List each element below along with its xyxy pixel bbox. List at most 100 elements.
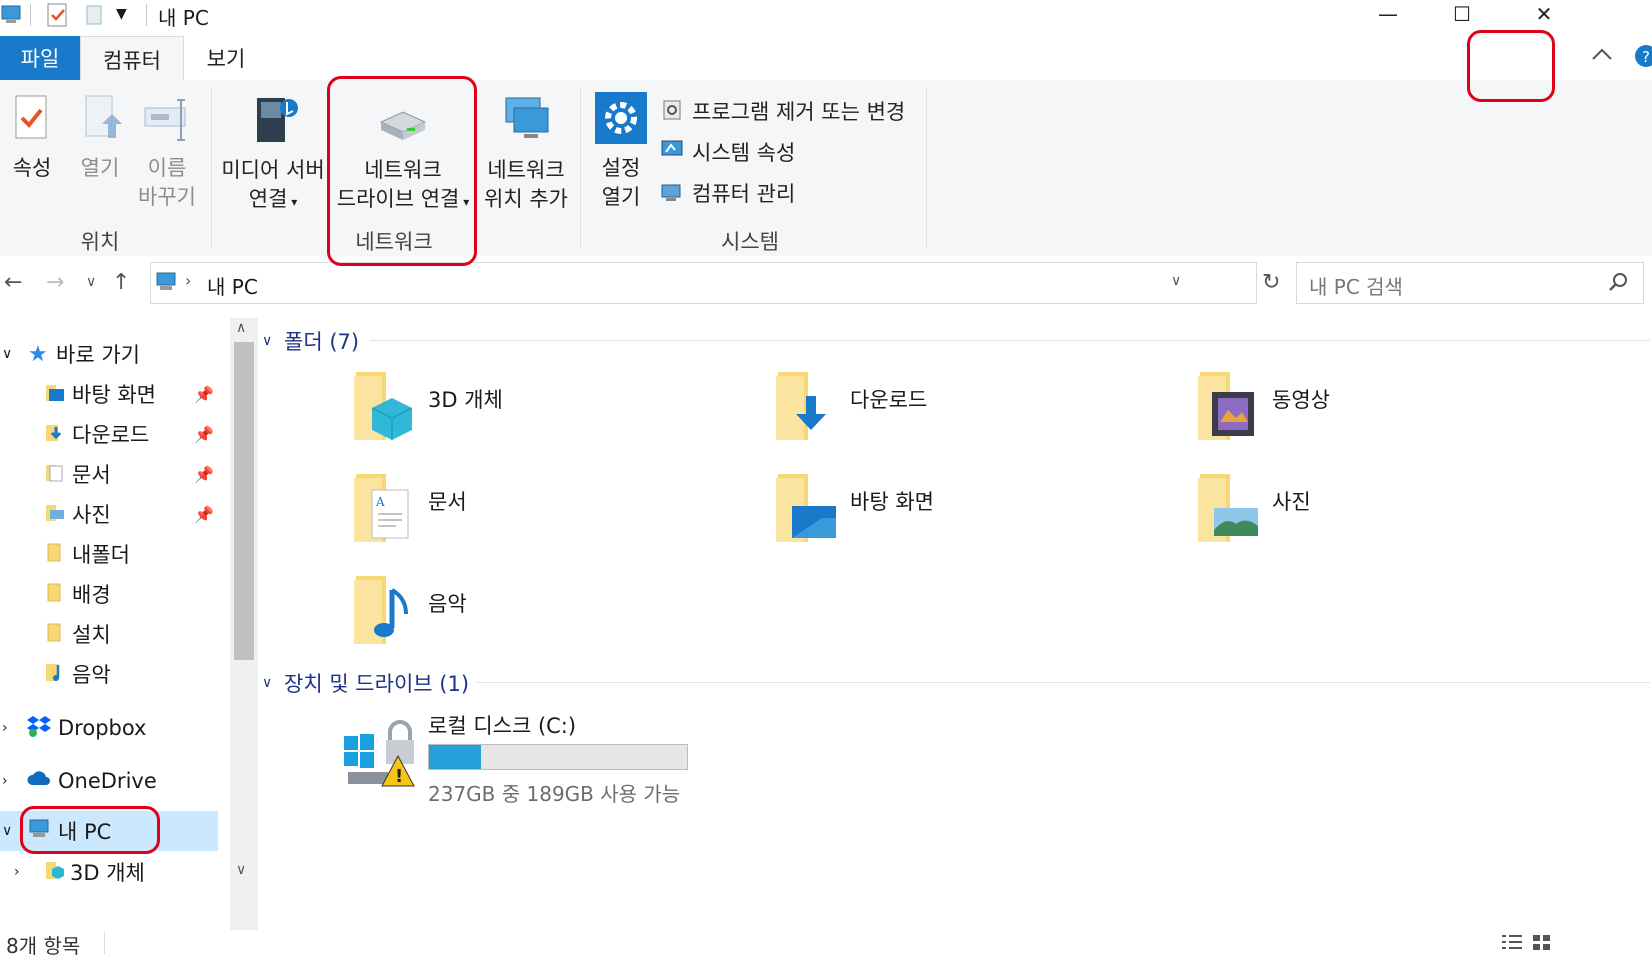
nav-item-downloads[interactable]: 다운로드 📌: [0, 414, 220, 454]
search-input[interactable]: 내 PC 검색: [1309, 271, 1403, 300]
drives-group-header[interactable]: ∨ 장치 및 드라이브 (1): [262, 668, 469, 698]
downloads-folder-icon: [44, 421, 72, 448]
properties-icon: [10, 95, 54, 151]
open-button[interactable]: 열기: [72, 90, 128, 183]
pin-icon[interactable]: 📌: [194, 465, 214, 484]
group-label-location: 위치: [80, 230, 120, 254]
videos-folder-icon: [1194, 366, 1266, 450]
tab-view[interactable]: 보기: [184, 36, 268, 80]
desktop-folder-icon: [772, 468, 844, 552]
address-bar[interactable]: › 내 PC ∨: [150, 262, 1257, 304]
minimize-button[interactable]: —: [1360, 0, 1416, 28]
system-properties-icon: [660, 138, 684, 167]
documents-folder-icon: A: [350, 468, 422, 552]
nav-item-install[interactable]: 설치: [0, 614, 220, 654]
nav-item-myfolder[interactable]: 내폴더: [0, 534, 220, 574]
uninstall-program-button[interactable]: 프로그램 제거 또는 변경: [660, 96, 905, 126]
computer-management-button[interactable]: 컴퓨터 관리: [660, 178, 795, 208]
pin-icon[interactable]: 📌: [194, 425, 214, 444]
scroll-up-icon[interactable]: ∧: [236, 320, 246, 336]
folder-label: 동영상: [1272, 388, 1330, 412]
refresh-icon[interactable]: ↻: [1262, 270, 1280, 295]
search-icon[interactable]: [1607, 271, 1629, 297]
pictures-folder-icon: [44, 501, 72, 528]
nav-item-background[interactable]: 배경: [0, 574, 220, 614]
drive-tile-c[interactable]: ! 로컬 디스크 (C:) 237GB 중 189GB 사용 가능: [342, 708, 802, 806]
expand-chevron-icon[interactable]: ›: [2, 773, 26, 789]
forward-arrow-icon[interactable]: →: [46, 270, 64, 295]
breadcrumb[interactable]: 내 PC: [207, 271, 258, 300]
documents-folder-icon: [44, 461, 72, 488]
qat-dropdown-icon[interactable]: ▼: [116, 6, 127, 22]
objects3d-folder-icon: [44, 859, 70, 886]
pictures-folder-icon: [1194, 468, 1266, 552]
open-settings-button[interactable]: 설정 열기: [590, 90, 652, 212]
folders-group-header[interactable]: ∨ 폴더 (7): [262, 326, 359, 356]
folder-tile-documents[interactable]: A 문서: [350, 468, 770, 564]
pin-icon[interactable]: 📌: [194, 505, 214, 524]
local-disk-icon: !: [342, 712, 422, 800]
expand-chevron-icon[interactable]: ∨: [2, 346, 28, 362]
collapse-chevron-icon[interactable]: ∨: [262, 675, 284, 691]
large-icons-view-icon[interactable]: [1530, 932, 1554, 957]
objects3d-folder-icon: [350, 366, 422, 450]
scroll-thumb[interactable]: [234, 342, 254, 660]
nav-quick-access[interactable]: ∨ ★ 바로 가기: [0, 334, 230, 374]
settings-gear-icon: [593, 92, 649, 151]
window-title: 내 PC: [158, 6, 209, 30]
system-properties-button[interactable]: 시스템 속성: [660, 137, 795, 167]
nav-item-documents[interactable]: 문서 📌: [0, 454, 220, 494]
properties-button[interactable]: 속성: [4, 90, 60, 183]
ribbon-tabs: 파일 컴퓨터 보기 ?: [0, 36, 1652, 82]
nav-item-desktop[interactable]: 바탕 화면 📌: [0, 374, 220, 414]
dropbox-icon: [26, 714, 58, 743]
folder-icon: [44, 621, 72, 648]
folder-label: 사진: [1272, 490, 1311, 514]
tab-file[interactable]: 파일: [0, 36, 80, 80]
folder-label: 바탕 화면: [850, 490, 934, 514]
new-folder-qat-icon[interactable]: [84, 4, 106, 30]
folder-icon: [44, 541, 72, 568]
folder-tile-desktop[interactable]: 바탕 화면: [772, 468, 1192, 564]
search-box[interactable]: 내 PC 검색: [1296, 262, 1644, 304]
folder-tile-pictures[interactable]: 사진: [1194, 468, 1614, 564]
nav-dropbox[interactable]: › Dropbox: [0, 708, 220, 748]
folder-tile-downloads[interactable]: 다운로드: [772, 366, 1192, 462]
collapse-ribbon-icon[interactable]: [1590, 44, 1614, 68]
rename-icon: [141, 99, 193, 151]
pc-icon: [0, 4, 24, 30]
media-server-button[interactable]: 미디어 서버 연결 ▾: [216, 88, 330, 217]
nav-item-pictures[interactable]: 사진 📌: [0, 494, 220, 534]
nav-item-music[interactable]: 음악: [0, 654, 220, 694]
title-bar: ▼ 내 PC — ☐ ✕: [0, 0, 1652, 32]
collapse-chevron-icon[interactable]: ∨: [262, 333, 284, 349]
network-location-icon: [496, 97, 556, 153]
nav-scrollbar[interactable]: ∧ ∨: [230, 318, 258, 930]
drive-free-space: 237GB 중 189GB 사용 가능: [428, 782, 681, 806]
back-arrow-icon[interactable]: ←: [4, 270, 22, 295]
music-folder-icon: [44, 661, 72, 688]
recent-locations-chevron-icon[interactable]: ∨: [86, 274, 96, 290]
add-network-location-button[interactable]: 네트워크 위치 추가: [478, 88, 574, 214]
folder-tile-videos[interactable]: 동영상: [1194, 366, 1614, 462]
folder-icon: [44, 581, 72, 608]
folder-label: 음악: [428, 592, 467, 616]
up-arrow-icon[interactable]: ↑: [112, 270, 130, 295]
details-view-icon[interactable]: [1500, 932, 1524, 957]
scroll-down-icon[interactable]: ∨: [236, 862, 246, 878]
maximize-button[interactable]: ☐: [1434, 0, 1490, 28]
address-dropdown-icon[interactable]: ∨: [1171, 273, 1181, 289]
folder-tile-music[interactable]: 음악: [350, 570, 770, 666]
expand-chevron-icon[interactable]: ›: [2, 720, 26, 736]
open-icon: [78, 95, 122, 151]
help-icon[interactable]: ?: [1632, 44, 1652, 72]
folder-tile-3d-objects[interactable]: 3D 개체: [350, 366, 770, 462]
properties-qat-icon[interactable]: [46, 2, 70, 32]
rename-button[interactable]: 이름 바꾸기: [136, 90, 198, 212]
nav-3d-objects[interactable]: › 3D 개체: [0, 852, 220, 892]
tab-computer[interactable]: 컴퓨터: [80, 36, 184, 82]
pin-icon[interactable]: 📌: [194, 385, 214, 404]
nav-onedrive[interactable]: › OneDrive: [0, 761, 220, 801]
expand-chevron-icon[interactable]: ›: [14, 864, 44, 880]
close-button[interactable]: ✕: [1516, 0, 1572, 28]
